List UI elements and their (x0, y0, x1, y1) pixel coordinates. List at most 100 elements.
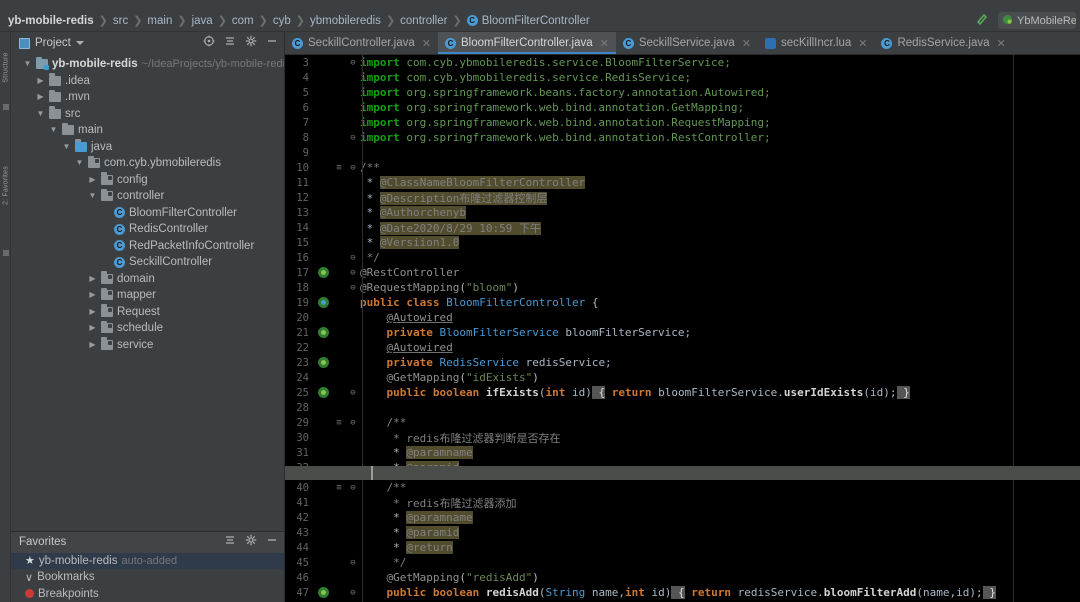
tool-button-favorites[interactable]: 2: Favorites (3, 157, 10, 215)
spring-bean-gutter-icon[interactable] (318, 327, 329, 338)
tree-node-schedule[interactable]: ▶schedule (11, 320, 284, 337)
code-line[interactable]: 41 * redis布隆过滤器添加 (285, 495, 1080, 510)
breadcrumb-item-controller[interactable]: controller (400, 15, 447, 27)
code-line[interactable]: 12 * @Description布隆过滤器控制层 (285, 190, 1080, 205)
tree-node-service[interactable]: ▶service (11, 337, 284, 354)
breadcrumb-item-class[interactable]: C BloomFilterController (467, 15, 590, 27)
tree-node-com-cyb-ybmobileredis[interactable]: ▼com.cyb.ybmobileredis (11, 155, 284, 172)
breadcrumb-item-ybmobileredis[interactable]: ybmobileredis (310, 15, 381, 27)
breadcrumb-item-cyb[interactable]: cyb (273, 15, 291, 27)
fold-marker-icon[interactable]: ⊖ (350, 388, 355, 398)
code-line[interactable]: 21 private BloomFilterService bloomFilte… (285, 325, 1080, 340)
fold-marker-icon[interactable]: ⊖ (350, 268, 355, 278)
chevron-down-icon[interactable]: ▼ (36, 110, 45, 118)
breadcrumb-item-main[interactable]: main (147, 15, 172, 27)
fold-marker-icon[interactable]: ⊖ (350, 588, 355, 598)
close-icon[interactable]: ✕ (997, 37, 1006, 50)
tree-node-java[interactable]: ▼java (11, 139, 284, 156)
run-configuration-selector[interactable]: YbMobileRe (998, 12, 1076, 29)
code-content-bottom[interactable]: 40≡⊖ /**41 * redis布隆过滤器添加42 * @paramname… (285, 480, 1080, 602)
chevron-down-icon[interactable]: ▼ (23, 60, 32, 68)
code-line[interactable]: 17⊖@RestController (285, 265, 1080, 280)
code-line[interactable]: 16⊖ */ (285, 250, 1080, 265)
breadcrumb-item-java[interactable]: java (192, 15, 213, 27)
code-line[interactable]: 25⊖ public boolean ifExists(int id) { re… (285, 385, 1080, 400)
editor-tab-redisservice-java[interactable]: CRedisService.java✕ (874, 32, 1012, 54)
hammer-build-icon[interactable] (975, 11, 990, 31)
code-line[interactable]: 8⊖import org.springframework.web.bind.an… (285, 130, 1080, 145)
editor-tab-seckillservice-java[interactable]: CSeckillService.java✕ (616, 32, 758, 54)
code-line[interactable]: 47⊖ public boolean redisAdd(String name,… (285, 585, 1080, 600)
code-line[interactable]: 13 * @Authorchenyb (285, 205, 1080, 220)
chevron-right-icon[interactable]: ▶ (88, 324, 97, 332)
fold-marker-icon[interactable]: ⊖ (350, 133, 355, 143)
code-line[interactable]: 19public class BloomFilterController { (285, 295, 1080, 310)
tree-node-request[interactable]: ▶Request (11, 304, 284, 321)
favorites-item-yb-mobile-redis[interactable]: ★yb-mobile-redisauto-added (11, 553, 284, 570)
code-line[interactable]: 5import org.springframework.beans.factor… (285, 85, 1080, 100)
code-line[interactable]: 44 * @return (285, 540, 1080, 555)
fold-marker-icon[interactable]: ⊖ (350, 253, 355, 263)
breadcrumb-item-project[interactable]: yb-mobile-redis (8, 15, 94, 27)
tree-node--mvn[interactable]: ▶.mvn (11, 89, 284, 106)
breadcrumb-item-src[interactable]: src (113, 15, 128, 27)
tree-node-rediscontroller[interactable]: CRedisController (11, 221, 284, 238)
tree-node-mapper[interactable]: ▶mapper (11, 287, 284, 304)
fold-marker-icon[interactable]: ⊖ (350, 163, 355, 173)
chevron-right-icon[interactable]: ▶ (88, 341, 97, 349)
code-line[interactable]: 42 * @paramname (285, 510, 1080, 525)
chevron-right-icon[interactable]: ▶ (36, 93, 45, 101)
code-line[interactable]: 30 * redis布隆过滤器判断是否存在 (285, 430, 1080, 445)
code-line[interactable]: 31 * @paramname (285, 445, 1080, 460)
spring-bean-gutter-icon[interactable] (318, 587, 329, 598)
tree-node-controller[interactable]: ▼controller (11, 188, 284, 205)
editor-tab-seckillcontroller-java[interactable]: CSeckillController.java✕ (285, 32, 438, 54)
spring-bean-gutter-icon[interactable] (318, 357, 329, 368)
fold-marker-icon[interactable]: ⊖ (350, 558, 355, 568)
code-line[interactable]: 11 * @ClassNameBloomFilterController (285, 175, 1080, 190)
code-line[interactable]: 28 (285, 400, 1080, 415)
favorites-item-bookmarks[interactable]: ∨Bookmarks (11, 569, 284, 586)
code-line[interactable]: 24 @GetMapping("idExists") (285, 370, 1080, 385)
editor-tab-bar[interactable]: CSeckillController.java✕CBloomFilterCont… (285, 32, 1080, 55)
code-line[interactable]: 4import com.cyb.ybmobileredis.service.Re… (285, 70, 1080, 85)
code-line[interactable]: 3⊖import com.cyb.ybmobileredis.service.B… (285, 55, 1080, 70)
spring-bean-gutter-icon[interactable] (318, 267, 329, 278)
tree-node-domain[interactable]: ▶domain (11, 271, 284, 288)
code-line[interactable]: 15 * @Versiion1.0 (285, 235, 1080, 250)
chevron-down-icon[interactable]: ▼ (88, 192, 97, 200)
code-line[interactable]: 23 private RedisService redisService; (285, 355, 1080, 370)
tree-node-bloomfiltercontroller[interactable]: CBloomFilterController (11, 205, 284, 222)
spring-bean-gutter-icon[interactable] (318, 297, 329, 308)
spring-bean-gutter-icon[interactable] (318, 387, 329, 398)
chevron-right-icon[interactable]: ▶ (88, 308, 97, 316)
tree-node-config[interactable]: ▶config (11, 172, 284, 189)
code-line[interactable]: 10≡⊖/** (285, 160, 1080, 175)
close-icon[interactable]: ✕ (600, 37, 609, 50)
settings-gear-icon[interactable] (245, 34, 257, 52)
close-icon[interactable]: ✕ (742, 37, 751, 50)
close-icon[interactable]: ✕ (858, 37, 867, 50)
favorites-item-breakpoints[interactable]: Breakpoints (11, 586, 284, 602)
code-line[interactable]: 20 @Autowired (285, 310, 1080, 325)
tree-node--idea[interactable]: ▶.idea (11, 73, 284, 90)
code-line[interactable]: 14 * @Date2020/8/29 10:59 下午 (285, 220, 1080, 235)
code-line[interactable]: 43 * @paramid (285, 525, 1080, 540)
chevron-down-icon[interactable]: ▼ (75, 159, 84, 167)
editor-splitter-handle[interactable] (285, 466, 1080, 480)
project-tree[interactable]: ▼yb-mobile-redis~/IdeaProjects/yb-mobile… (11, 54, 284, 531)
code-line[interactable]: 6import org.springframework.web.bind.ann… (285, 100, 1080, 115)
breadcrumb-item-com[interactable]: com (232, 15, 254, 27)
close-icon[interactable]: ✕ (422, 37, 431, 50)
chevron-right-icon[interactable]: ▶ (88, 291, 97, 299)
fold-marker-icon[interactable]: ⊖ (350, 483, 355, 493)
tree-node-redpacketinfocontroller[interactable]: CRedPacketInfoController (11, 238, 284, 255)
editor-tab-bloomfiltercontroller-java[interactable]: CBloomFilterController.java✕ (438, 32, 616, 54)
locate-icon[interactable] (203, 34, 215, 52)
code-line[interactable]: 29≡⊖ /** (285, 415, 1080, 430)
chevron-down-icon[interactable]: ▼ (49, 126, 58, 134)
editor-pane-top[interactable]: 3⊖import com.cyb.ybmobileredis.service.B… (285, 55, 1080, 466)
code-line[interactable]: 46 @GetMapping("redisAdd") (285, 570, 1080, 585)
fold-marker-icon[interactable]: ⊖ (350, 418, 355, 428)
tree-node-seckillcontroller[interactable]: CSeckillController (11, 254, 284, 271)
